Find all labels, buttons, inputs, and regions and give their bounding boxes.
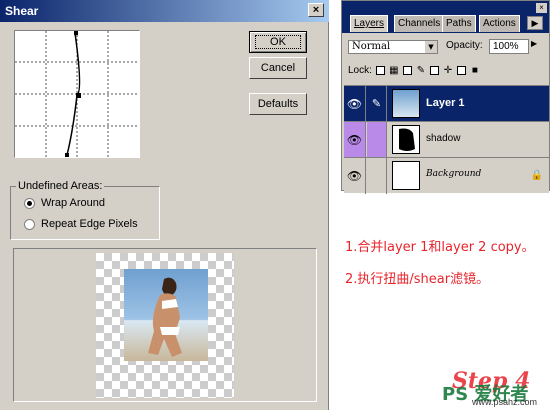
layer-thumbnail bbox=[392, 89, 420, 118]
instruction-1: 1.合并layer 1和layer 2 copy。 bbox=[345, 240, 535, 255]
palette-close-button[interactable]: × bbox=[536, 3, 547, 13]
shadow-shape-icon bbox=[399, 128, 415, 151]
lock-icon: 🔒 bbox=[530, 170, 543, 181]
link-slot[interactable] bbox=[367, 122, 387, 158]
layer-row-background[interactable]: 👁 Background 🔒 bbox=[344, 157, 549, 194]
dialog-title: Shear bbox=[0, 0, 329, 22]
lock-all-checkbox[interactable] bbox=[456, 65, 466, 75]
lock-transparency-checkbox[interactable] bbox=[375, 65, 385, 75]
lock-icon: ■ bbox=[471, 64, 478, 76]
eye-icon[interactable]: 👁 bbox=[344, 158, 366, 194]
transparency-checker bbox=[96, 253, 234, 398]
lock-label: Lock: bbox=[348, 64, 372, 76]
checker-icon: ▦ bbox=[389, 64, 399, 76]
preview-photo bbox=[124, 269, 208, 361]
palette-menu-button[interactable]: ▶ bbox=[527, 16, 543, 30]
repeat-edge-option[interactable]: Repeat Edge Pixels bbox=[24, 216, 138, 232]
instruction-2: 2.执行扭曲/shear滤镜。 bbox=[345, 272, 490, 287]
eye-icon[interactable]: 👁 bbox=[344, 86, 366, 122]
layer-name: shadow bbox=[426, 133, 461, 144]
wrap-around-option[interactable]: Wrap Around bbox=[24, 195, 105, 211]
tab-layers[interactable]: Layers bbox=[350, 15, 389, 32]
eye-icon[interactable]: 👁 bbox=[344, 122, 366, 158]
curve-point-top bbox=[74, 31, 78, 35]
blend-mode-select[interactable]: Normal ▼ bbox=[348, 40, 438, 54]
defaults-button[interactable]: Defaults bbox=[249, 93, 307, 115]
blend-mode-value: Normal bbox=[352, 41, 391, 52]
opacity-label: Opacity: bbox=[446, 40, 483, 51]
wrap-around-radio[interactable] bbox=[24, 197, 35, 209]
tab-actions[interactable]: Actions bbox=[479, 15, 520, 32]
lock-position-checkbox[interactable] bbox=[429, 65, 439, 75]
layer-name: Background bbox=[426, 169, 482, 179]
layer-name: Layer 1 bbox=[426, 97, 465, 109]
curve-point-bottom bbox=[65, 153, 69, 157]
opacity-input[interactable]: 100% bbox=[489, 39, 529, 54]
lock-image-checkbox[interactable] bbox=[402, 65, 412, 75]
close-button[interactable]: × bbox=[308, 3, 324, 17]
chevron-down-icon: ▼ bbox=[425, 41, 437, 53]
move-icon: ✛ bbox=[443, 64, 453, 76]
brush-icon: ✎ bbox=[416, 64, 426, 76]
opacity-slider-arrow-icon[interactable]: ▶ bbox=[531, 39, 537, 48]
lock-row: Lock: ▦ ✎ ✛ ■ bbox=[348, 63, 480, 77]
tab-channels[interactable]: Channels bbox=[394, 15, 445, 32]
layer-thumbnail bbox=[392, 125, 420, 154]
repeat-edge-radio[interactable] bbox=[24, 218, 35, 230]
link-slot[interactable] bbox=[367, 158, 387, 194]
tab-paths[interactable]: Paths bbox=[442, 15, 476, 32]
watermark-url: www.psahz.com bbox=[472, 397, 538, 407]
preview-area bbox=[13, 248, 317, 402]
repeat-edge-label: Repeat Edge Pixels bbox=[41, 218, 138, 230]
brush-icon[interactable]: ✎ bbox=[367, 86, 387, 122]
layer-thumbnail bbox=[392, 161, 420, 190]
ok-button[interactable]: OK bbox=[249, 31, 307, 53]
curve-point-mid bbox=[76, 93, 81, 98]
wrap-around-label: Wrap Around bbox=[41, 197, 106, 209]
layer-row-layer-1[interactable]: 👁 ✎ Layer 1 bbox=[344, 85, 549, 122]
undefined-areas-label: Undefined Areas: bbox=[16, 180, 105, 192]
shear-dialog: Shear × OK Cancel Defaults Undefined Are… bbox=[0, 0, 329, 410]
cancel-button[interactable]: Cancel bbox=[249, 57, 307, 79]
layers-palette: × Layers Channels Paths Actions ▶ Normal… bbox=[341, 0, 550, 194]
ok-label: OK bbox=[255, 35, 301, 49]
curve-grid bbox=[15, 31, 139, 157]
figure-image bbox=[148, 277, 182, 357]
layer-row-shadow[interactable]: 👁 shadow bbox=[344, 121, 549, 158]
shear-curve-editor[interactable] bbox=[14, 30, 140, 158]
